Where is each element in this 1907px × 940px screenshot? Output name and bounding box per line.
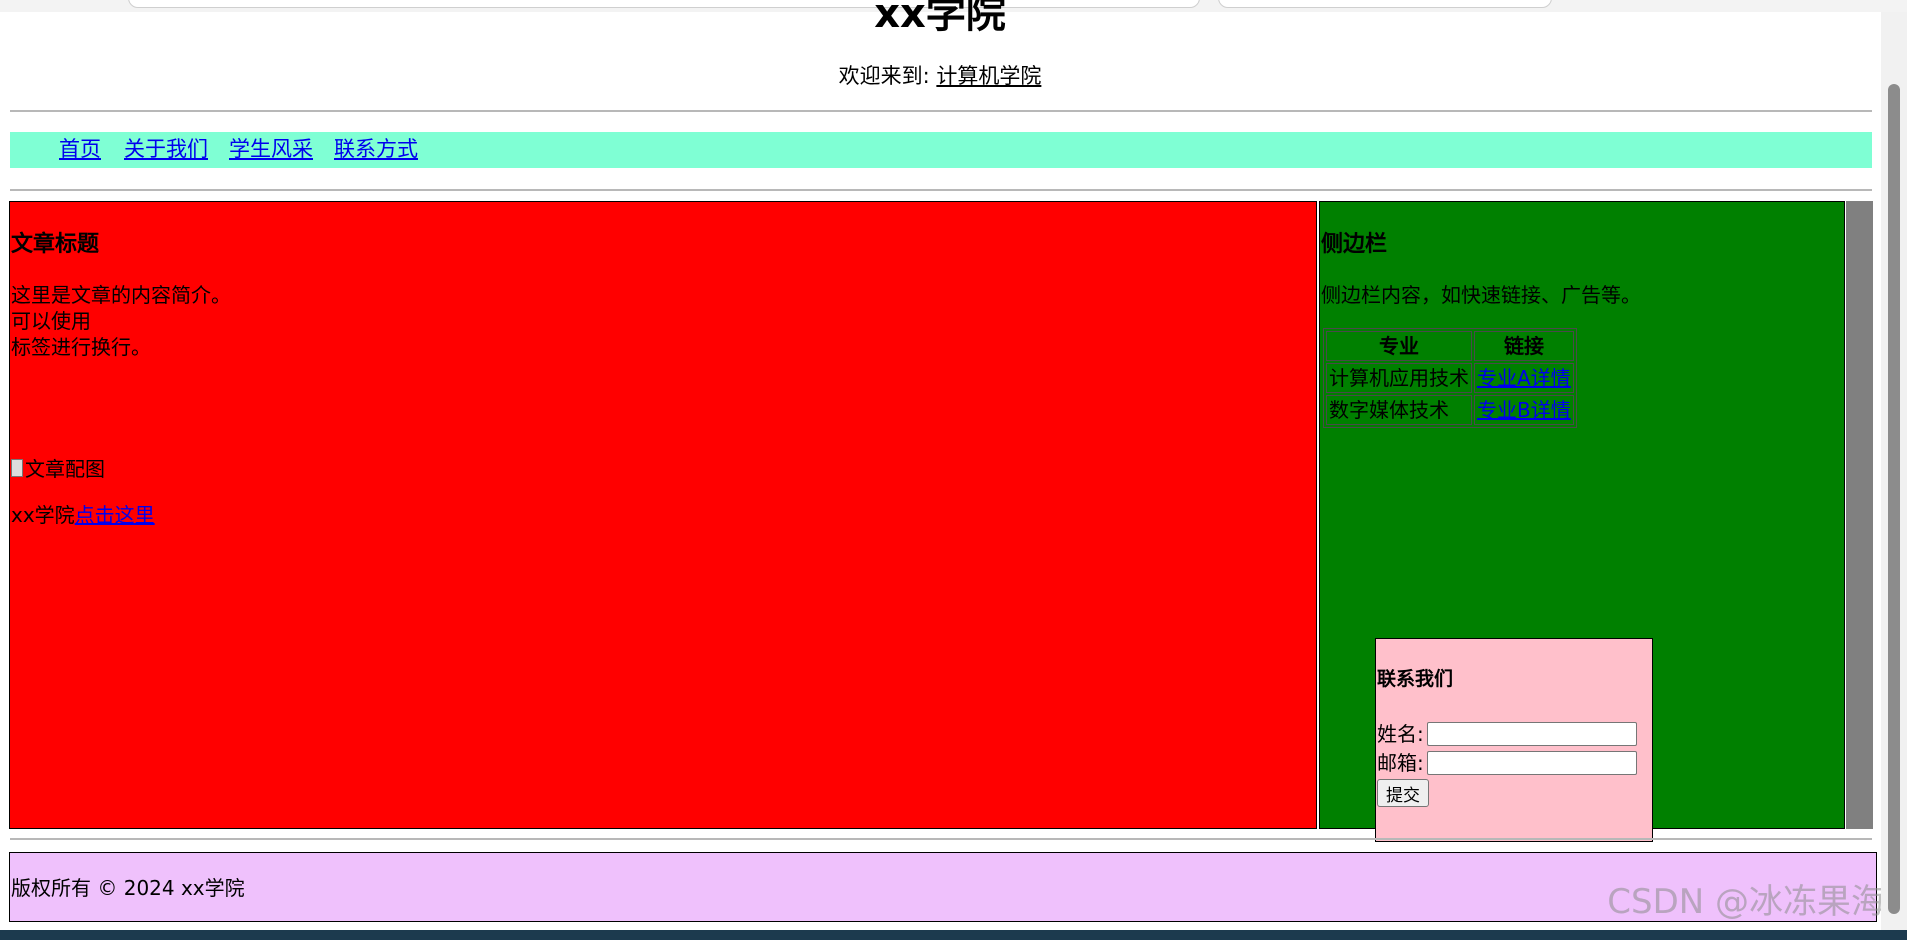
table-row: 数字媒体技术 专业B详情 xyxy=(1326,395,1574,425)
gray-column xyxy=(1846,201,1873,829)
column-header-link: 链接 xyxy=(1474,331,1574,361)
nav-item-about[interactable]: 关于我们 xyxy=(124,135,208,163)
article-line: 这里是文章的内容简介。 xyxy=(11,283,231,307)
article-link-line: xx学院点击这里 xyxy=(11,502,155,528)
nav-item-students[interactable]: 学生风采 xyxy=(229,135,313,163)
watermark: CSDN @冰冻果海 xyxy=(1607,882,1885,922)
nav-bar: 首页 关于我们 学生风采 联系方式 xyxy=(10,132,1872,168)
welcome-link[interactable]: 计算机学院 xyxy=(936,64,1041,88)
email-label: 邮箱: xyxy=(1377,751,1424,775)
nav-item-home[interactable]: 首页 xyxy=(59,135,101,163)
nav-item-contact[interactable]: 联系方式 xyxy=(334,135,418,163)
article-line: 可以使用 xyxy=(11,309,91,333)
article-image-alt: 文章配图 xyxy=(25,457,105,481)
sidebar-text: 侧边栏内容，如快速链接、广告等。 xyxy=(1321,283,1641,307)
main-article: 文章标题 这里是文章的内容简介。 可以使用 标签进行换行。 文章配图 xx学院点… xyxy=(9,201,1317,829)
divider-top xyxy=(10,110,1872,112)
major-b-link[interactable]: 专业B详情 xyxy=(1477,398,1571,422)
article-intro: 这里是文章的内容简介。 可以使用 标签进行换行。 xyxy=(11,282,231,360)
major-cell: 数字媒体技术 xyxy=(1326,395,1472,425)
divider-nav xyxy=(10,189,1872,191)
name-input[interactable] xyxy=(1427,722,1637,746)
click-here-link[interactable]: 点击这里 xyxy=(75,503,155,527)
divider-footer xyxy=(10,838,1872,840)
scrollbar-thumb[interactable] xyxy=(1888,84,1900,914)
name-label: 姓名: xyxy=(1377,722,1424,746)
contact-form: 联系我们 姓名: 邮箱: 提交 xyxy=(1375,638,1653,842)
article-title: 文章标题 xyxy=(11,232,100,257)
welcome-prefix: 欢迎来到: xyxy=(838,64,937,88)
broken-image-icon xyxy=(11,459,23,477)
email-input[interactable] xyxy=(1427,751,1637,775)
taskbar-strip xyxy=(0,930,1907,940)
email-row: 邮箱: xyxy=(1377,750,1637,776)
article-image: 文章配图 xyxy=(11,456,105,482)
link-cell: 专业A详情 xyxy=(1474,363,1574,393)
submit-button[interactable]: 提交 xyxy=(1377,779,1429,807)
major-table: 专业 链接 计算机应用技术 专业A详情 数字媒体技术 专业B详情 xyxy=(1323,328,1577,428)
article-line: 标签进行换行。 xyxy=(11,335,151,359)
major-cell: 计算机应用技术 xyxy=(1326,363,1472,393)
link-cell: 专业B详情 xyxy=(1474,395,1574,425)
copyright-text: 版权所有 © 2024 xx学院 xyxy=(11,876,245,900)
table-header-row: 专业 链接 xyxy=(1326,331,1574,361)
column-header-major: 专业 xyxy=(1326,331,1472,361)
scrollbar[interactable] xyxy=(1881,12,1907,930)
contact-title: 联系我们 xyxy=(1377,668,1454,690)
name-row: 姓名: xyxy=(1377,721,1637,747)
welcome-line: 欢迎来到: 计算机学院 xyxy=(0,62,1880,90)
site-title: xx学院 xyxy=(874,0,1006,37)
footer: 版权所有 © 2024 xx学院 xyxy=(9,852,1877,922)
major-a-link[interactable]: 专业A详情 xyxy=(1477,366,1571,390)
sidebar-title: 侧边栏 xyxy=(1321,232,1388,257)
table-row: 计算机应用技术 专业A详情 xyxy=(1326,363,1574,393)
article-link-prefix: xx学院 xyxy=(11,503,75,527)
